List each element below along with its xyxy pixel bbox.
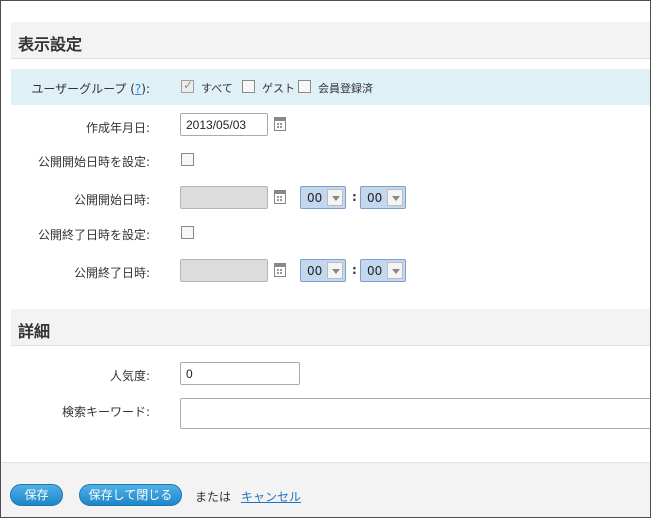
publish-start-hour-select[interactable]: 00 <box>300 186 346 209</box>
publish-start-row: 公開開始日時: 00 : 00 <box>11 185 650 211</box>
time-separator: : <box>352 263 357 277</box>
edit-form-window: 表示設定 ユーザーグループ (?): すべて ゲスト 会員登録済 作成年月日: … <box>0 0 651 518</box>
keywords-label: 検索キーワード: <box>61 405 150 419</box>
set-publish-end-checkbox[interactable] <box>181 226 194 239</box>
set-publish-end-row: 公開終了日時を設定: <box>11 224 650 242</box>
chevron-down-icon <box>327 262 343 279</box>
display-settings-title: 表示設定 <box>18 35 83 54</box>
popularity-label: 人気度: <box>109 369 150 383</box>
publish-end-minute-value: 00 <box>367 264 383 278</box>
user-group-label-suffix: ): <box>141 82 150 96</box>
save-and-close-button[interactable]: 保存して閉じる <box>79 484 182 506</box>
user-group-all-checkbox[interactable] <box>181 78 194 93</box>
publish-start-minute-value: 00 <box>367 191 383 205</box>
publish-end-hour-select[interactable]: 00 <box>300 259 346 282</box>
publish-end-date-input[interactable] <box>180 259 268 282</box>
publish-end-minute-select[interactable]: 00 <box>360 259 406 282</box>
or-text: または <box>195 490 232 504</box>
user-group-guest-label: ゲスト <box>262 82 295 95</box>
display-settings-header: 表示設定 <box>11 22 650 59</box>
publish-end-hour-value: 00 <box>307 264 323 278</box>
publish-end-row: 公開終了日時: 00 : 00 <box>11 258 650 284</box>
publish-start-minute-select[interactable]: 00 <box>360 186 406 209</box>
set-publish-start-label: 公開開始日時を設定: <box>37 155 150 169</box>
save-button[interactable]: 保存 <box>10 484 63 506</box>
cancel-link[interactable]: キャンセル <box>241 488 301 505</box>
keywords-row: 検索キーワード: <box>11 398 650 430</box>
chevron-down-icon <box>327 189 343 206</box>
keywords-input[interactable] <box>180 398 650 429</box>
publish-start-date-input[interactable] <box>180 186 268 209</box>
popularity-row: 人気度: <box>11 362 650 386</box>
calendar-icon[interactable] <box>274 117 286 131</box>
details-header: 詳細 <box>11 309 650 346</box>
created-date-label: 作成年月日: <box>85 121 150 135</box>
publish-end-label: 公開終了日時: <box>73 266 150 280</box>
calendar-icon[interactable] <box>274 190 286 204</box>
user-group-member-label: 会員登録済 <box>318 82 373 95</box>
popularity-input[interactable] <box>180 362 300 385</box>
chevron-down-icon <box>387 189 403 206</box>
created-date-row: 作成年月日: <box>11 113 650 139</box>
user-group-row: ユーザーグループ (?): すべて ゲスト 会員登録済 <box>11 69 650 105</box>
user-group-label: ユーザーグループ (?): <box>31 80 150 97</box>
created-date-input[interactable] <box>180 113 268 136</box>
set-publish-start-row: 公開開始日時を設定: <box>11 151 650 169</box>
time-separator: : <box>352 190 357 204</box>
user-group-member-checkbox[interactable] <box>298 80 311 93</box>
publish-start-label: 公開開始日時: <box>73 193 150 207</box>
chevron-down-icon <box>387 262 403 279</box>
details-title: 詳細 <box>18 322 51 341</box>
user-group-label-prefix: ユーザーグループ ( <box>31 82 135 96</box>
calendar-icon[interactable] <box>274 263 286 277</box>
user-group-guest-checkbox[interactable] <box>242 80 255 93</box>
top-strip <box>1 1 650 21</box>
form-footer: 保存 保存して閉じる または キャンセル <box>1 462 650 517</box>
publish-start-hour-value: 00 <box>307 191 323 205</box>
user-group-all-label: すべて <box>201 82 233 95</box>
set-publish-end-label: 公開終了日時を設定: <box>37 228 150 242</box>
set-publish-start-checkbox[interactable] <box>181 153 194 166</box>
